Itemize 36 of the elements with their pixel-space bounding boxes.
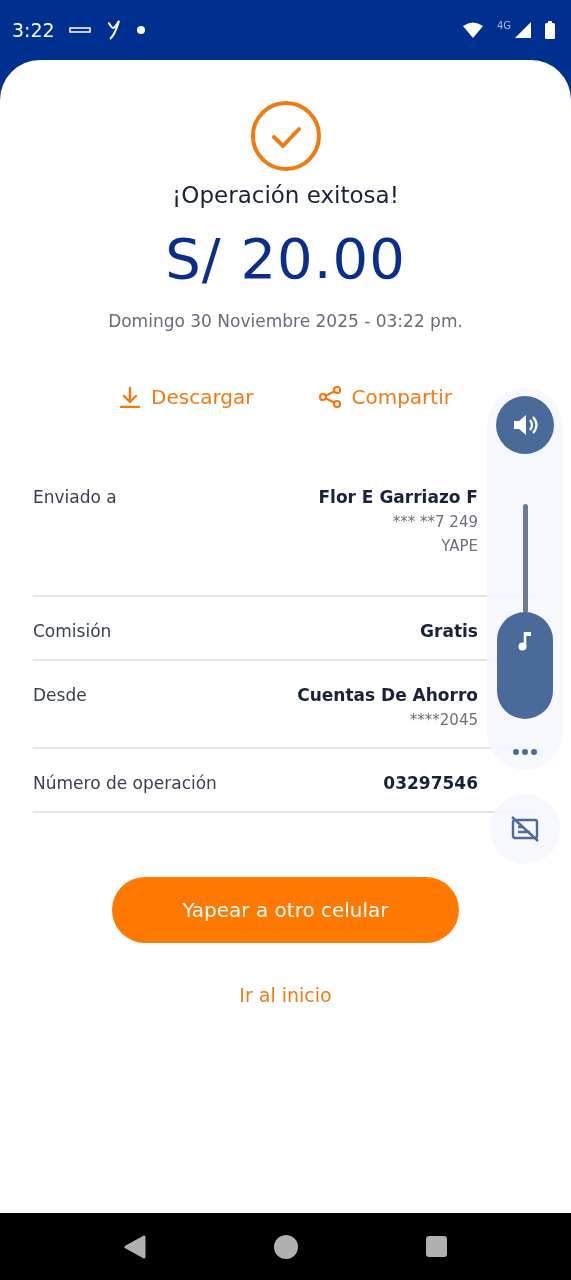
success-check-icon bbox=[249, 100, 322, 172]
detail-value: Cuentas De Ahorro bbox=[297, 685, 478, 705]
volume-slider[interactable] bbox=[497, 504, 553, 719]
send-again-button[interactable]: Yapear a otro celular bbox=[112, 877, 459, 943]
detail-value: YAPE bbox=[441, 537, 478, 555]
home-icon[interactable] bbox=[274, 1234, 298, 1259]
status-time: 3:22 bbox=[12, 19, 55, 41]
music-note-icon bbox=[518, 629, 532, 652]
more-dots-icon[interactable] bbox=[513, 749, 537, 755]
speaker-icon bbox=[512, 413, 538, 437]
transaction-date: Domingo 30 Noviembre 2025 - 03:22 pm. bbox=[108, 311, 463, 331]
detail-label: Comisión bbox=[33, 621, 112, 641]
network-label: 4G bbox=[496, 20, 511, 31]
app-logo-icon bbox=[68, 25, 91, 35]
detail-value: Flor E Garriazo F bbox=[318, 487, 478, 507]
battery-icon bbox=[545, 21, 555, 39]
back-icon[interactable] bbox=[124, 1234, 146, 1259]
download-button[interactable]: Descargar bbox=[119, 381, 254, 413]
detail-value: ****2045 bbox=[409, 711, 478, 729]
share-button[interactable]: Compartir bbox=[319, 381, 452, 413]
home-link[interactable]: Ir al inicio bbox=[233, 983, 338, 1007]
captions-off-icon bbox=[510, 815, 540, 843]
detail-value: Gratis bbox=[420, 621, 478, 641]
signal-icon bbox=[515, 22, 531, 38]
download-icon bbox=[119, 386, 142, 408]
success-title: ¡Operación exitosa! bbox=[172, 182, 399, 208]
share-icon bbox=[319, 386, 342, 408]
detail-value: 03297546 bbox=[383, 773, 478, 793]
volume-button[interactable] bbox=[496, 396, 554, 454]
detail-label: Enviado a bbox=[33, 487, 117, 509]
wifi-icon bbox=[462, 22, 483, 38]
detail-label: Desde bbox=[33, 685, 87, 707]
amount: S/ 20.00 bbox=[165, 226, 406, 291]
detail-label: Número de operación bbox=[33, 773, 217, 793]
detail-value: *** **7 249 bbox=[392, 513, 478, 531]
notification-dot-icon bbox=[136, 26, 145, 34]
